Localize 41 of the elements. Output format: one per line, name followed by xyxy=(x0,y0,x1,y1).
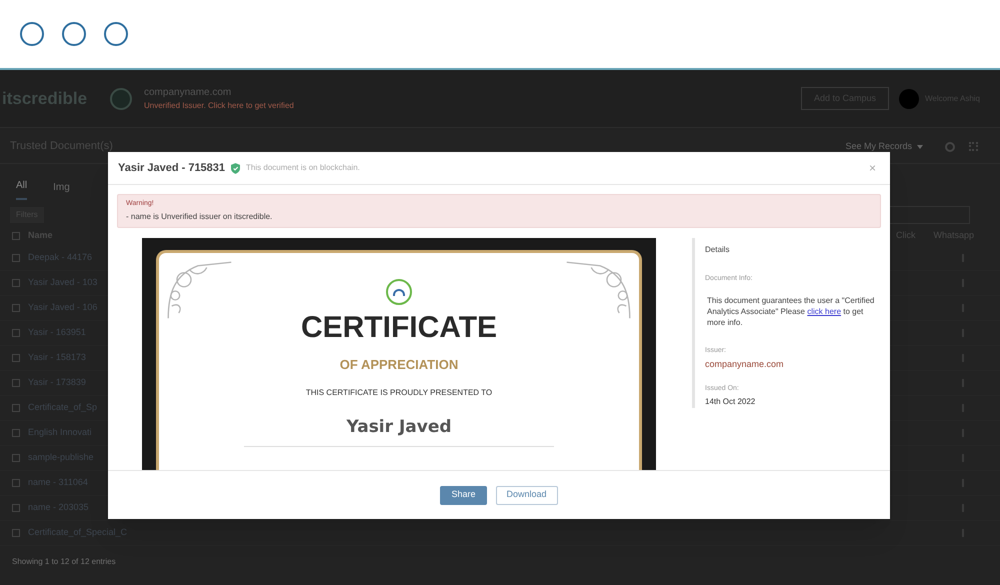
issuer-name: companyname.com xyxy=(705,358,785,371)
row-checkbox[interactable] xyxy=(12,454,20,462)
row-checkbox[interactable] xyxy=(12,404,20,412)
warning-message: - name is Unverified issuer on itscredible. xyxy=(126,211,274,224)
certificate-subtitle: OF APPRECIATION xyxy=(340,356,458,374)
row-checkbox[interactable] xyxy=(12,304,20,312)
details-heading: Details xyxy=(705,244,730,256)
row-checkbox[interactable] xyxy=(12,279,20,287)
row-checkbox[interactable] xyxy=(12,254,20,262)
select-all-checkbox[interactable] xyxy=(12,232,20,240)
certificate-presented-text: THIS CERTIFICATE IS PROUDLY PRESENTED TO xyxy=(306,386,492,398)
avatar-icon xyxy=(899,88,919,108)
org-logo-icon xyxy=(110,88,132,110)
window-control-icon[interactable] xyxy=(104,22,128,46)
window-control-icon[interactable] xyxy=(20,22,44,46)
row-checkbox[interactable] xyxy=(12,529,20,537)
window-control-icon[interactable] xyxy=(62,22,86,46)
document-info-text: This document guarantees the user a "Certified Analytics Associate" Please click here to get more info. xyxy=(706,294,876,328)
download-button[interactable]: Download xyxy=(496,486,558,504)
share-button[interactable]: Share xyxy=(440,486,486,504)
expand-icon[interactable] xyxy=(969,142,978,151)
row-checkbox[interactable] xyxy=(12,429,20,437)
row-checkbox[interactable] xyxy=(12,379,20,387)
certificate-title: CERTIFICATE xyxy=(300,313,498,343)
issued-date: 14th Oct 2022 xyxy=(705,396,756,408)
caret-icon xyxy=(917,144,923,148)
row-checkbox[interactable] xyxy=(12,354,20,362)
tab[interactable]: Img xyxy=(53,180,70,200)
shield-check-icon xyxy=(231,162,240,174)
close-button[interactable]: × xyxy=(868,159,876,177)
row-checkbox[interactable] xyxy=(12,504,20,512)
refresh-icon[interactable] xyxy=(945,142,955,152)
row-checkbox[interactable] xyxy=(12,479,20,487)
recipient-name: Yasir Javed xyxy=(346,416,452,438)
org-status: Unverified Issuer. Click here to get verified xyxy=(144,100,294,112)
row-checkbox[interactable] xyxy=(12,329,20,337)
info-link[interactable]: click here xyxy=(807,306,842,316)
entries-count: Showing 1 to 12 of 12 entries xyxy=(11,556,117,568)
tab[interactable]: All xyxy=(16,178,28,200)
blockchain-note: This document is on blockchain. xyxy=(246,162,360,174)
modal-title: Yasir Javed - 715831 xyxy=(118,160,226,176)
